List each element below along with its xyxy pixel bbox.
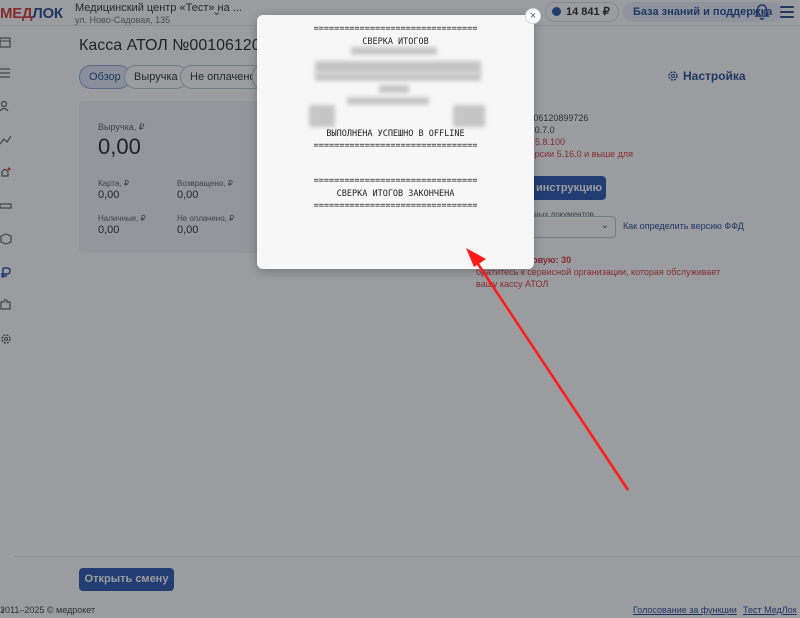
annotation-arrow: [466, 248, 630, 491]
